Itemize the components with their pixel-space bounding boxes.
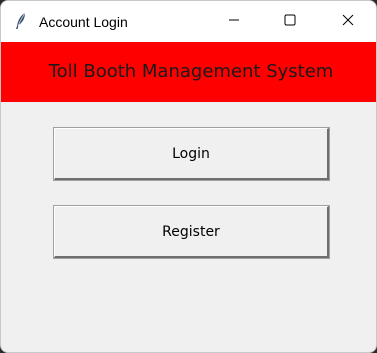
maximize-icon [284, 13, 296, 31]
close-icon [342, 13, 354, 31]
window-title: Account Login [39, 14, 128, 30]
close-button[interactable] [325, 1, 371, 42]
header-banner: Toll Booth Management System [1, 42, 376, 102]
minimize-button[interactable] [211, 1, 257, 42]
register-button[interactable]: Register [53, 205, 330, 259]
maximize-button[interactable] [267, 1, 313, 42]
account-login-window: Account Login Toll Booth Management Syst… [0, 0, 377, 353]
minimize-icon [228, 13, 240, 31]
title-bar[interactable]: Account Login [1, 1, 376, 42]
system-title: Toll Booth Management System [48, 61, 334, 82]
login-button[interactable]: Login [53, 127, 330, 181]
feather-icon [13, 12, 29, 30]
